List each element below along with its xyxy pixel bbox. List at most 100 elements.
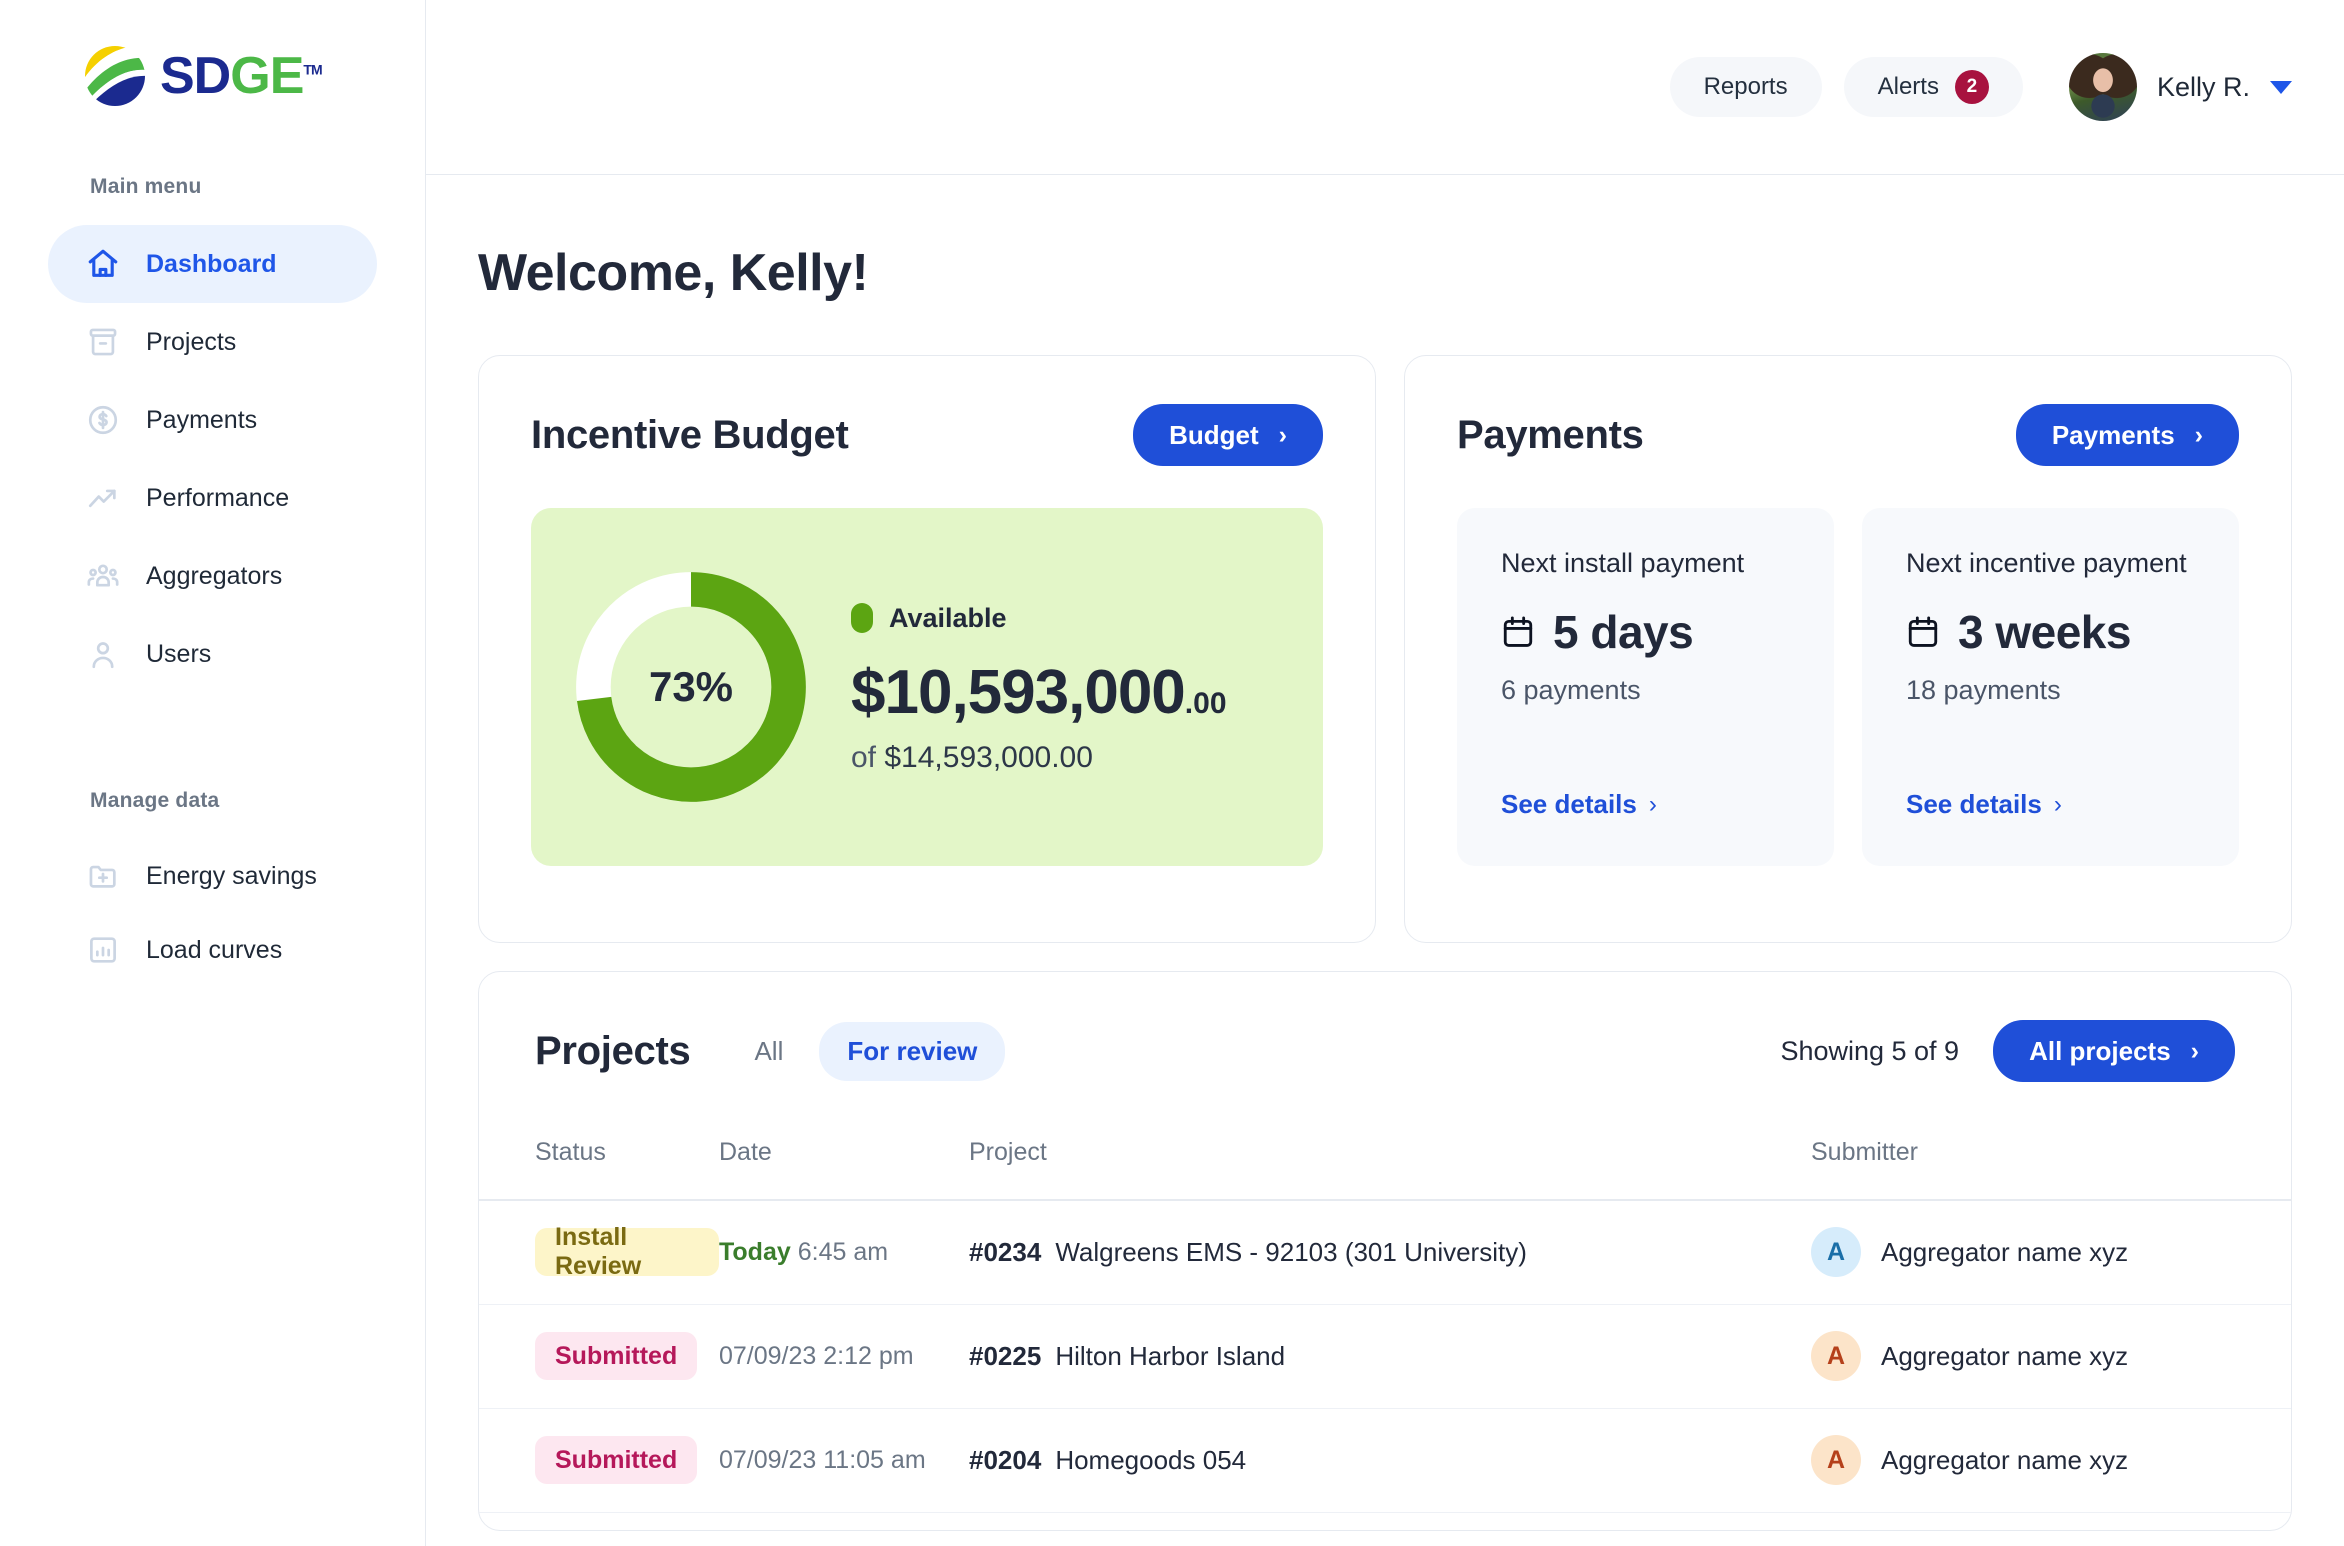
project-name: Homegoods 054 xyxy=(1055,1444,1247,1475)
user-name-label: Kelly R. xyxy=(2156,71,2250,102)
sidebar-section-manage-data: Manage data xyxy=(90,789,220,812)
cell-project: #0204 Homegoods 054 xyxy=(969,1408,1811,1513)
sidebar-item-payments[interactable]: Payments xyxy=(48,381,377,459)
payments-card-title: Payments xyxy=(1457,412,1644,457)
cell-date: 07/09/23 11:05 am xyxy=(719,1408,969,1513)
table-header-row: Status Date Project Submitter xyxy=(479,1138,2291,1201)
cell-status: Install Review xyxy=(479,1200,719,1305)
chevron-right-icon: › xyxy=(1278,420,1287,449)
submitter-name: Aggregator name xyz xyxy=(1881,1236,2129,1267)
sidebar-manage-nav: Energy savings Load curves xyxy=(0,839,425,987)
sidebar-item-aggregators[interactable]: Aggregators xyxy=(48,537,377,615)
project-name: Hilton Harbor Island xyxy=(1055,1340,1286,1371)
table-row[interactable]: Install Review Today 6:45 am #0234 Walgre… xyxy=(479,1200,2291,1305)
sidebar-item-label: Dashboard xyxy=(146,249,277,278)
project-id: #0204 xyxy=(969,1444,1042,1475)
logo-area[interactable]: SDGETM xyxy=(0,0,425,175)
app-root: SDGETM Main menu Dashboard Projects Paym… xyxy=(0,0,2344,1546)
pay-box-label: Next incentive payment xyxy=(1906,548,2187,578)
of-label: of xyxy=(851,741,877,775)
status-badge: Submitted xyxy=(535,1436,698,1484)
cell-submitter: A Aggregator name xyz xyxy=(1811,1200,2291,1305)
cell-submitter: A Aggregator name xyz xyxy=(1811,1408,2291,1513)
donut-percent-label: 73% xyxy=(648,663,734,710)
home-icon xyxy=(86,247,120,281)
see-details-label: See details xyxy=(1501,789,1637,819)
sidebar-item-label: Aggregators xyxy=(146,561,283,590)
column-header-date: Date xyxy=(719,1138,969,1201)
status-badge: Submitted xyxy=(535,1332,698,1380)
budget-button-label: Budget xyxy=(1169,419,1259,450)
budget-card-header: Incentive Budget Budget › xyxy=(531,404,1323,466)
legend-color-swatch xyxy=(851,603,873,634)
projects-card: Projects All For review Showing 5 of 9 A… xyxy=(478,971,2292,1531)
trending-up-icon xyxy=(86,481,120,515)
tab-all[interactable]: All xyxy=(726,1022,811,1081)
submitter-avatar: A xyxy=(1811,1435,1861,1485)
sidebar-item-performance[interactable]: Performance xyxy=(48,459,377,537)
pay-box-count: 6 payments xyxy=(1501,675,1641,705)
submitter-name: Aggregator name xyz xyxy=(1881,1340,2129,1371)
users-group-icon xyxy=(86,559,120,593)
budget-button[interactable]: Budget › xyxy=(1133,404,1323,466)
budget-gauge-panel: 73% Available $10,593,000.00 of $14,593,… xyxy=(531,508,1323,866)
main-area: Reports Alerts 2 Kelly R. Welcome, Kelly… xyxy=(426,0,2344,1546)
table-row[interactable]: Submitted 07/09/23 11:05 am #0204 Homegoo… xyxy=(479,1408,2291,1513)
pay-box-value: 3 weeks xyxy=(1958,606,2131,658)
project-id: #0225 xyxy=(969,1340,1042,1371)
all-projects-button-label: All projects xyxy=(2029,1035,2171,1066)
projects-table-body: Install Review Today 6:45 am #0234 Walgre… xyxy=(479,1200,2291,1513)
budget-total-amount: of $14,593,000.00 xyxy=(851,741,1227,775)
pay-box-label: Next install payment xyxy=(1501,548,1745,578)
next-install-payment-box: Next install payment 5 days 6 payments S… xyxy=(1457,508,1834,866)
payments-boxes-row: Next install payment 5 days 6 payments S… xyxy=(1457,508,2239,866)
cell-status: Submitted xyxy=(479,1304,719,1409)
sidebar-item-projects[interactable]: Projects xyxy=(48,303,377,381)
alerts-button[interactable]: Alerts 2 xyxy=(1843,57,2023,117)
sidebar-item-users[interactable]: Users xyxy=(48,615,377,693)
chevron-down-icon[interactable] xyxy=(2270,80,2292,94)
payments-button[interactable]: Payments › xyxy=(2015,404,2239,466)
archive-box-icon xyxy=(86,325,120,359)
avatar xyxy=(2068,53,2137,121)
sidebar-item-label: Users xyxy=(146,639,212,668)
see-details-label: See details xyxy=(1906,789,2042,819)
table-row[interactable]: Submitted 07/09/23 2:12 pm #0225 Hilton H… xyxy=(479,1304,2291,1409)
reports-button[interactable]: Reports xyxy=(1669,57,1822,117)
cell-date: 07/09/23 2:12 pm xyxy=(719,1304,969,1409)
pay-box-value: 5 days xyxy=(1553,606,1694,658)
alerts-button-label: Alerts xyxy=(1877,73,1939,100)
pay-box-value-row: 3 weeks xyxy=(1906,605,2195,659)
calendar-icon xyxy=(1906,614,1940,650)
pay-box-value-row: 5 days xyxy=(1501,605,1790,659)
project-name: Walgreens EMS - 92103 (301 University) xyxy=(1055,1236,1527,1267)
see-details-link[interactable]: See details › xyxy=(1906,789,2195,820)
chevron-right-icon: › xyxy=(2190,1036,2199,1065)
projects-table-head: Status Date Project Submitter xyxy=(479,1138,2291,1201)
dollar-circle-icon xyxy=(86,403,120,437)
calendar-icon xyxy=(1501,614,1535,650)
submitter-name: Aggregator name xyz xyxy=(1881,1444,2129,1475)
date-time-label: 6:45 am xyxy=(797,1237,889,1266)
user-menu[interactable]: Kelly R. xyxy=(2068,53,2292,121)
sidebar-item-load-curves[interactable]: Load curves xyxy=(48,913,377,987)
summary-cards-row: Incentive Budget Budget › 73% Available … xyxy=(478,355,2292,943)
chevron-right-icon: › xyxy=(2194,420,2203,449)
sidebar-main-nav: Dashboard Projects Payments Performance xyxy=(0,225,425,693)
sidebar-item-label: Load curves xyxy=(146,935,283,964)
logo-text-ge: GE xyxy=(230,47,304,105)
tab-for-review[interactable]: For review xyxy=(819,1021,1006,1081)
all-projects-button[interactable]: All projects › xyxy=(1993,1020,2235,1082)
sidebar-item-energy-savings[interactable]: Energy savings xyxy=(48,839,377,913)
pay-box-count: 18 payments xyxy=(1906,675,2061,705)
sidebar-item-dashboard[interactable]: Dashboard xyxy=(48,225,377,303)
amount-cents: .00 xyxy=(1184,686,1227,720)
payments-card: Payments Payments › Next install payment xyxy=(1404,355,2292,943)
logo-trademark: TM xyxy=(303,61,322,78)
see-details-link[interactable]: See details › xyxy=(1501,789,1790,820)
sdge-globe-icon xyxy=(84,45,146,107)
sidebar-item-label: Payments xyxy=(146,405,258,434)
payments-button-label: Payments xyxy=(2051,419,2175,450)
projects-header-actions: Showing 5 of 9 All projects › xyxy=(1780,1020,2235,1082)
sdge-logo[interactable]: SDGETM xyxy=(84,45,425,107)
